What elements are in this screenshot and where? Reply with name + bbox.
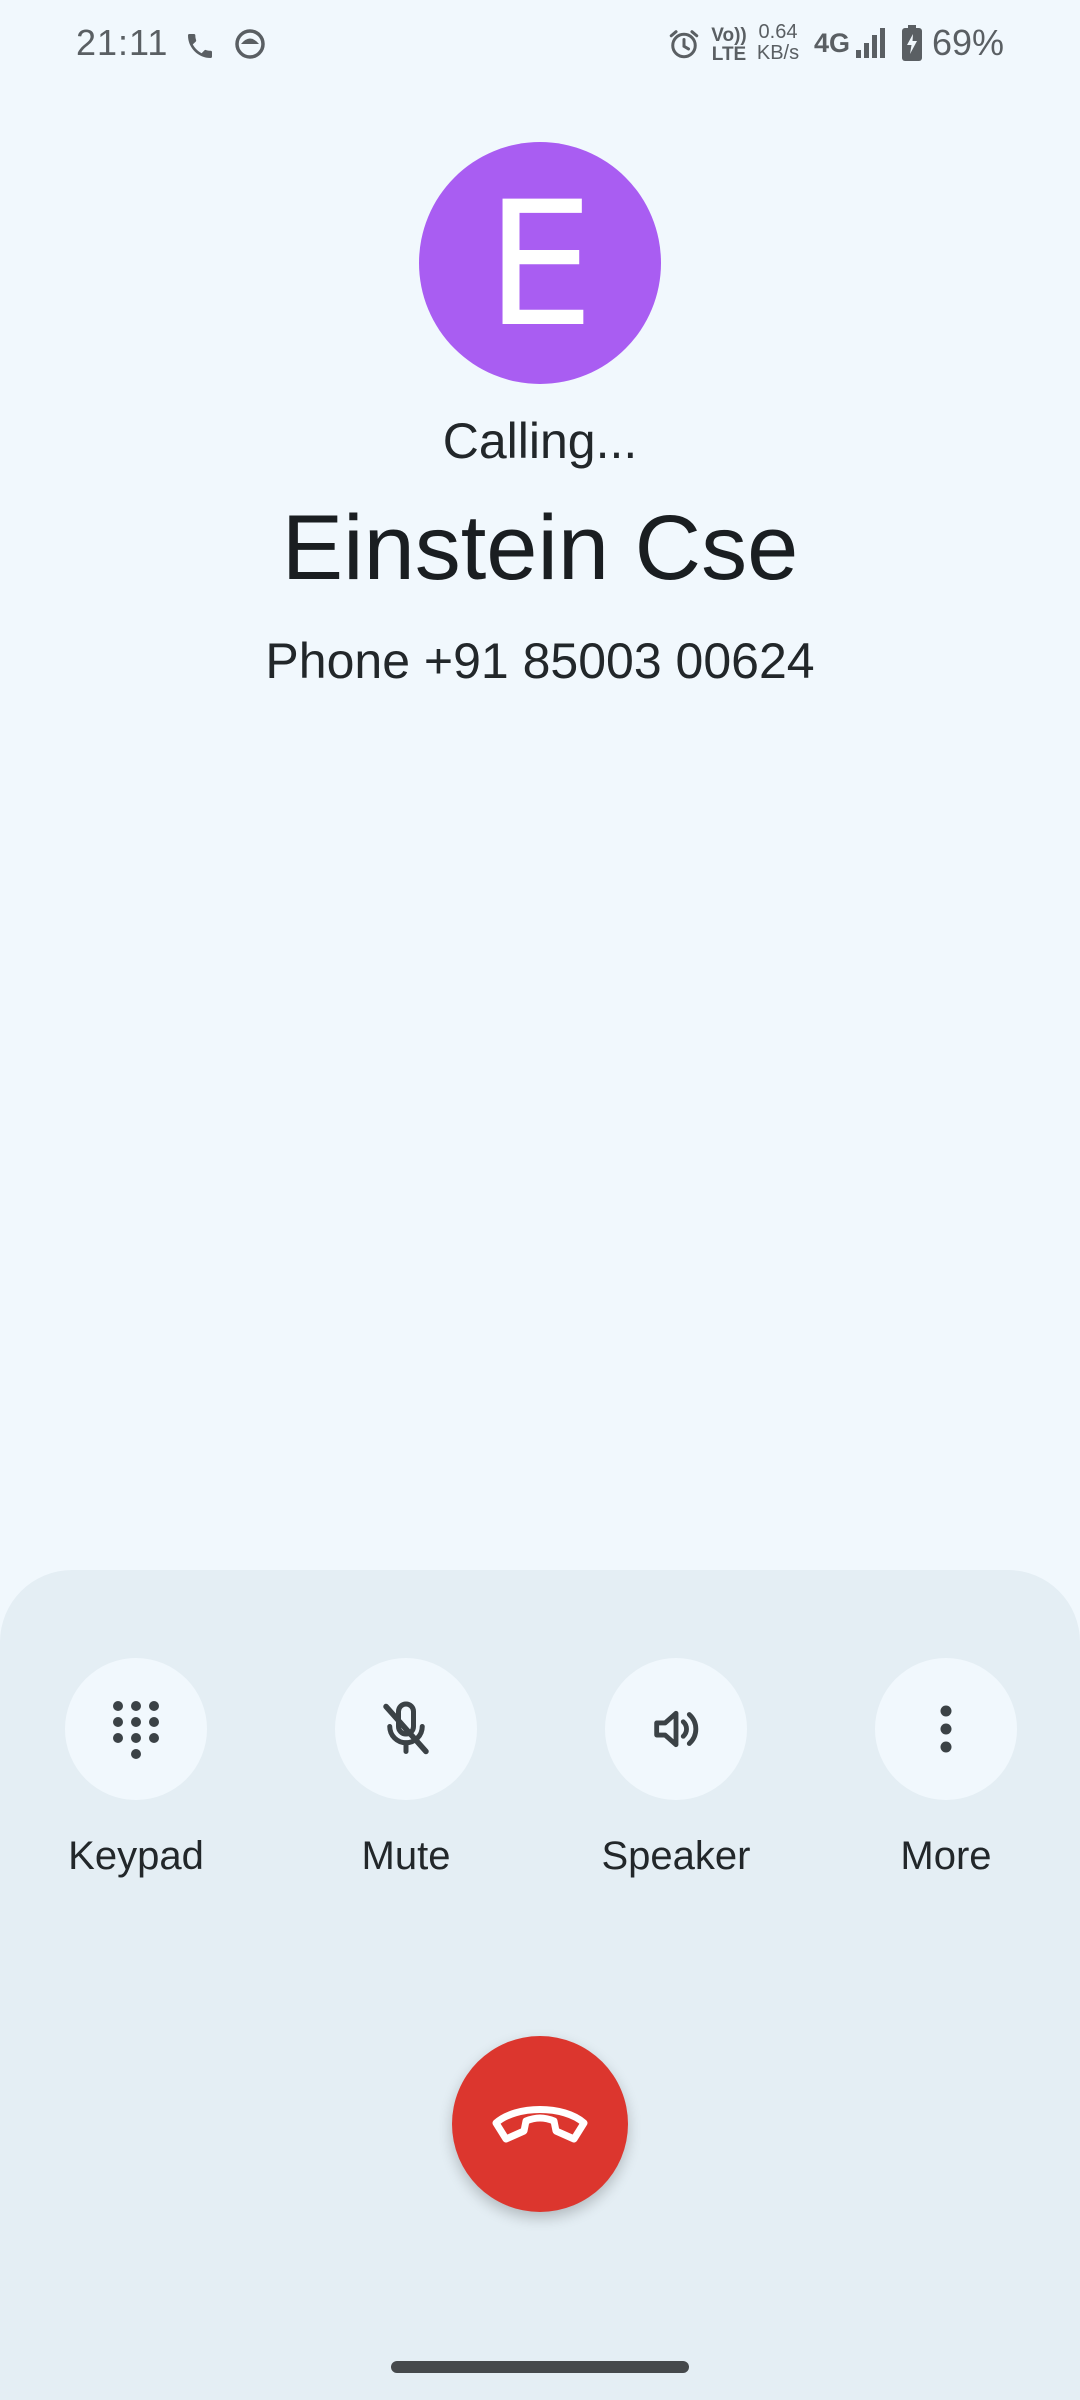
call-status: Calling... [442,413,638,469]
mic-off-icon [383,1701,429,1755]
phone-icon [188,34,212,58]
mute-control: Mute [306,1658,506,1878]
contact-avatar: E [419,142,661,384]
signal-icon [856,28,885,58]
messenger-icon [235,29,265,59]
mute-label: Mute [361,1834,451,1878]
call-end-icon [492,2106,588,2143]
network-speed: 0.64 KB/s [756,21,800,64]
end-call-button[interactable] [452,2036,628,2212]
avatar-initial: E [485,164,595,365]
speaker-button[interactable] [605,1658,747,1800]
caller-name: Einstein Cse [281,497,799,599]
dialpad-icon [113,1701,159,1759]
more-control: More [846,1658,1046,1878]
speaker-control: Speaker [576,1658,776,1878]
battery-charging-icon [902,25,922,61]
battery-percent: 69% [932,22,1005,63]
speaker-label: Speaker [601,1834,751,1878]
caller-phone-number: Phone +91 85003 00624 [265,633,815,689]
status-bar: 21:11 Vo)) LTE 0.64 KB/s 4G 69% [0,0,1080,90]
gesture-nav-handle[interactable] [391,2361,689,2373]
volte-indicator: Vo)) LTE [711,25,747,65]
more-label: More [900,1834,992,1878]
status-time: 21:11 [76,22,169,63]
more-button[interactable] [875,1658,1017,1800]
alarm-icon [669,30,699,59]
network-type: 4G [814,28,851,58]
keypad-label: Keypad [68,1834,204,1878]
keypad-button[interactable] [65,1658,207,1800]
keypad-control: Keypad [36,1658,236,1878]
in-call-screen: 21:11 Vo)) LTE 0.64 KB/s 4G 69% E Callin… [0,0,1080,2400]
speaker-icon [654,1710,699,1748]
mute-button[interactable] [335,1658,477,1800]
more-vert-icon [940,1705,952,1753]
